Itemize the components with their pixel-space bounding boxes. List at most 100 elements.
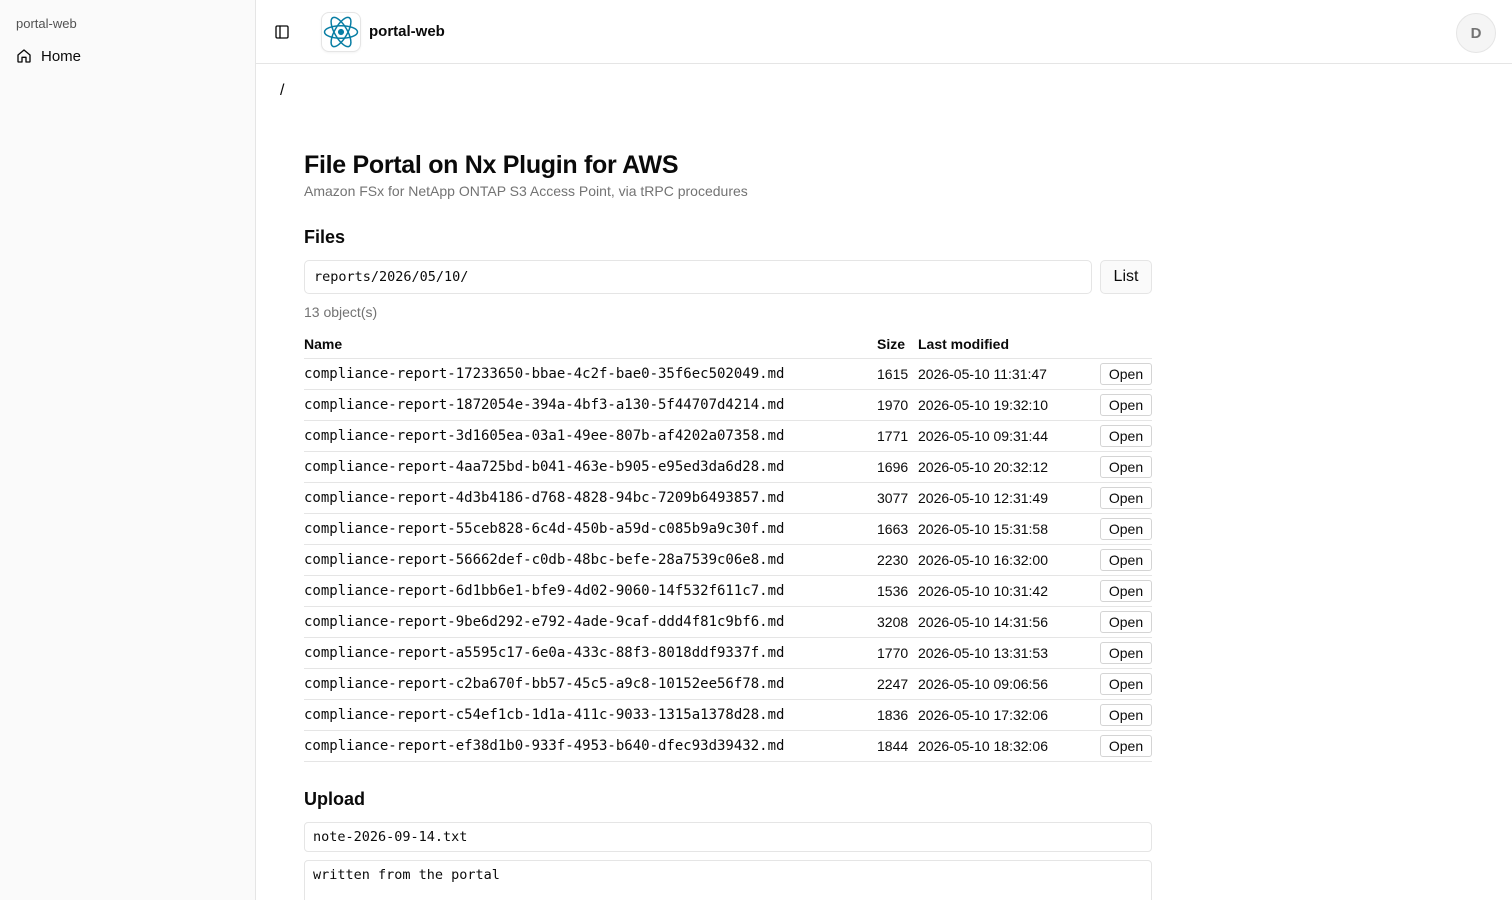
row-actions: Open xyxy=(1092,575,1152,607)
column-header-last-modified: Last modified xyxy=(918,330,1092,359)
table-row: compliance-report-1872054e-394a-4bf3-a13… xyxy=(304,389,1152,421)
file-size: 3208 xyxy=(877,606,918,638)
file-modified: 2026-05-10 20:32:12 xyxy=(918,451,1092,483)
row-actions: Open xyxy=(1092,730,1152,762)
file-size: 1770 xyxy=(877,637,918,669)
open-button[interactable]: Open xyxy=(1100,672,1152,695)
table-row: compliance-report-3d1605ea-03a1-49ee-807… xyxy=(304,420,1152,452)
file-size: 2230 xyxy=(877,544,918,576)
open-button[interactable]: Open xyxy=(1100,610,1152,633)
row-actions: Open xyxy=(1092,699,1152,731)
file-modified: 2026-05-10 09:06:56 xyxy=(918,668,1092,700)
file-modified: 2026-05-10 09:31:44 xyxy=(918,420,1092,452)
file-name: compliance-report-3d1605ea-03a1-49ee-807… xyxy=(304,420,877,452)
table-row: compliance-report-4aa725bd-b041-463e-b90… xyxy=(304,451,1152,483)
file-size: 1970 xyxy=(877,389,918,421)
top-header: portal-web D xyxy=(256,0,1512,64)
upload-section-title: Upload xyxy=(304,789,365,809)
column-header-size: Size xyxy=(877,330,918,359)
table-row: compliance-report-4d3b4186-d768-4828-94b… xyxy=(304,482,1152,514)
file-name: compliance-report-4d3b4186-d768-4828-94b… xyxy=(304,482,877,514)
file-name: compliance-report-56662def-c0db-48bc-bef… xyxy=(304,544,877,576)
file-name: compliance-report-1872054e-394a-4bf3-a13… xyxy=(304,389,877,421)
table-row: compliance-report-9be6d292-e792-4ade-9ca… xyxy=(304,606,1152,638)
row-actions: Open xyxy=(1092,358,1152,390)
open-button[interactable]: Open xyxy=(1100,579,1152,602)
open-button[interactable]: Open xyxy=(1100,424,1152,447)
file-modified: 2026-05-10 12:31:49 xyxy=(918,482,1092,514)
file-name: compliance-report-a5595c17-6e0a-433c-88f… xyxy=(304,637,877,669)
file-name: compliance-report-55ceb828-6c4d-450b-a59… xyxy=(304,513,877,545)
open-button[interactable]: Open xyxy=(1100,703,1152,726)
open-button[interactable]: Open xyxy=(1100,548,1152,571)
file-modified: 2026-05-10 18:32:06 xyxy=(918,730,1092,762)
sidebar: portal-web Home xyxy=(0,0,256,900)
home-icon xyxy=(16,48,32,64)
file-modified: 2026-05-10 14:31:56 xyxy=(918,606,1092,638)
file-name: compliance-report-6d1bb6e1-bfe9-4d02-906… xyxy=(304,575,877,607)
sidebar-toggle-icon xyxy=(274,24,290,40)
file-modified: 2026-05-10 13:31:53 xyxy=(918,637,1092,669)
column-header-name: Name xyxy=(304,330,877,359)
table-row: compliance-report-ef38d1b0-933f-4953-b64… xyxy=(304,730,1152,762)
column-header-actions xyxy=(1092,330,1152,359)
prefix-input[interactable] xyxy=(304,260,1092,294)
open-button[interactable]: Open xyxy=(1100,517,1152,540)
avatar[interactable]: D xyxy=(1456,13,1496,53)
sidebar-toggle-button[interactable] xyxy=(272,22,292,42)
list-button[interactable]: List xyxy=(1100,260,1152,294)
file-size: 1663 xyxy=(877,513,918,545)
open-button[interactable]: Open xyxy=(1100,393,1152,416)
file-size: 1836 xyxy=(877,699,918,731)
file-name: compliance-report-c54ef1cb-1d1a-411c-903… xyxy=(304,699,877,731)
page-subtitle: Amazon FSx for NetApp ONTAP S3 Access Po… xyxy=(304,183,748,199)
file-modified: 2026-05-10 16:32:00 xyxy=(918,544,1092,576)
table-row: compliance-report-a5595c17-6e0a-433c-88f… xyxy=(304,637,1152,669)
breadcrumb: / xyxy=(280,82,285,99)
open-button[interactable]: Open xyxy=(1100,486,1152,509)
row-actions: Open xyxy=(1092,482,1152,514)
row-actions: Open xyxy=(1092,389,1152,421)
row-actions: Open xyxy=(1092,637,1152,669)
file-modified: 2026-05-10 15:31:58 xyxy=(918,513,1092,545)
file-name: compliance-report-c2ba670f-bb57-45c5-a9c… xyxy=(304,668,877,700)
object-count: 13 object(s) xyxy=(304,304,378,320)
file-size: 1844 xyxy=(877,730,918,762)
file-modified: 2026-05-10 10:31:42 xyxy=(918,575,1092,607)
file-size: 1771 xyxy=(877,420,918,452)
sidebar-item-label: Home xyxy=(41,47,82,65)
table-row: compliance-report-56662def-c0db-48bc-bef… xyxy=(304,544,1152,576)
file-size: 2247 xyxy=(877,668,918,700)
open-button[interactable]: Open xyxy=(1100,455,1152,478)
table-header-row: Name Size Last modified xyxy=(304,330,1152,359)
table-row: compliance-report-c2ba670f-bb57-45c5-a9c… xyxy=(304,668,1152,700)
sidebar-group-label: portal-web xyxy=(16,16,77,31)
upload-content-textarea[interactable]: written from the portal xyxy=(304,860,1152,900)
table-row: compliance-report-17233650-bbae-4c2f-bae… xyxy=(304,358,1152,390)
row-actions: Open xyxy=(1092,668,1152,700)
app-name: portal-web xyxy=(369,23,445,40)
row-actions: Open xyxy=(1092,606,1152,638)
file-size: 3077 xyxy=(877,482,918,514)
file-modified: 2026-05-10 17:32:06 xyxy=(918,699,1092,731)
page-title: File Portal on Nx Plugin for AWS xyxy=(304,151,679,179)
open-button[interactable]: Open xyxy=(1100,641,1152,664)
open-button[interactable]: Open xyxy=(1100,734,1152,757)
file-size: 1615 xyxy=(877,358,918,390)
react-logo-icon xyxy=(321,12,361,52)
file-name: compliance-report-ef38d1b0-933f-4953-b64… xyxy=(304,730,877,762)
table-row: compliance-report-55ceb828-6c4d-450b-a59… xyxy=(304,513,1152,545)
file-name: compliance-report-9be6d292-e792-4ade-9ca… xyxy=(304,606,877,638)
row-actions: Open xyxy=(1092,513,1152,545)
file-modified: 2026-05-10 19:32:10 xyxy=(918,389,1092,421)
files-table: Name Size Last modified compliance-repor… xyxy=(304,330,1152,762)
upload-filename-input[interactable] xyxy=(304,822,1152,852)
sidebar-item-home[interactable]: Home xyxy=(8,42,248,70)
row-actions: Open xyxy=(1092,544,1152,576)
files-section-title: Files xyxy=(304,227,346,247)
open-button[interactable]: Open xyxy=(1100,362,1152,385)
table-row: compliance-report-c54ef1cb-1d1a-411c-903… xyxy=(304,699,1152,731)
file-name: compliance-report-4aa725bd-b041-463e-b90… xyxy=(304,451,877,483)
file-name: compliance-report-17233650-bbae-4c2f-bae… xyxy=(304,358,877,390)
page-header: File Portal on Nx Plugin for AWS Amazon … xyxy=(304,150,1152,200)
